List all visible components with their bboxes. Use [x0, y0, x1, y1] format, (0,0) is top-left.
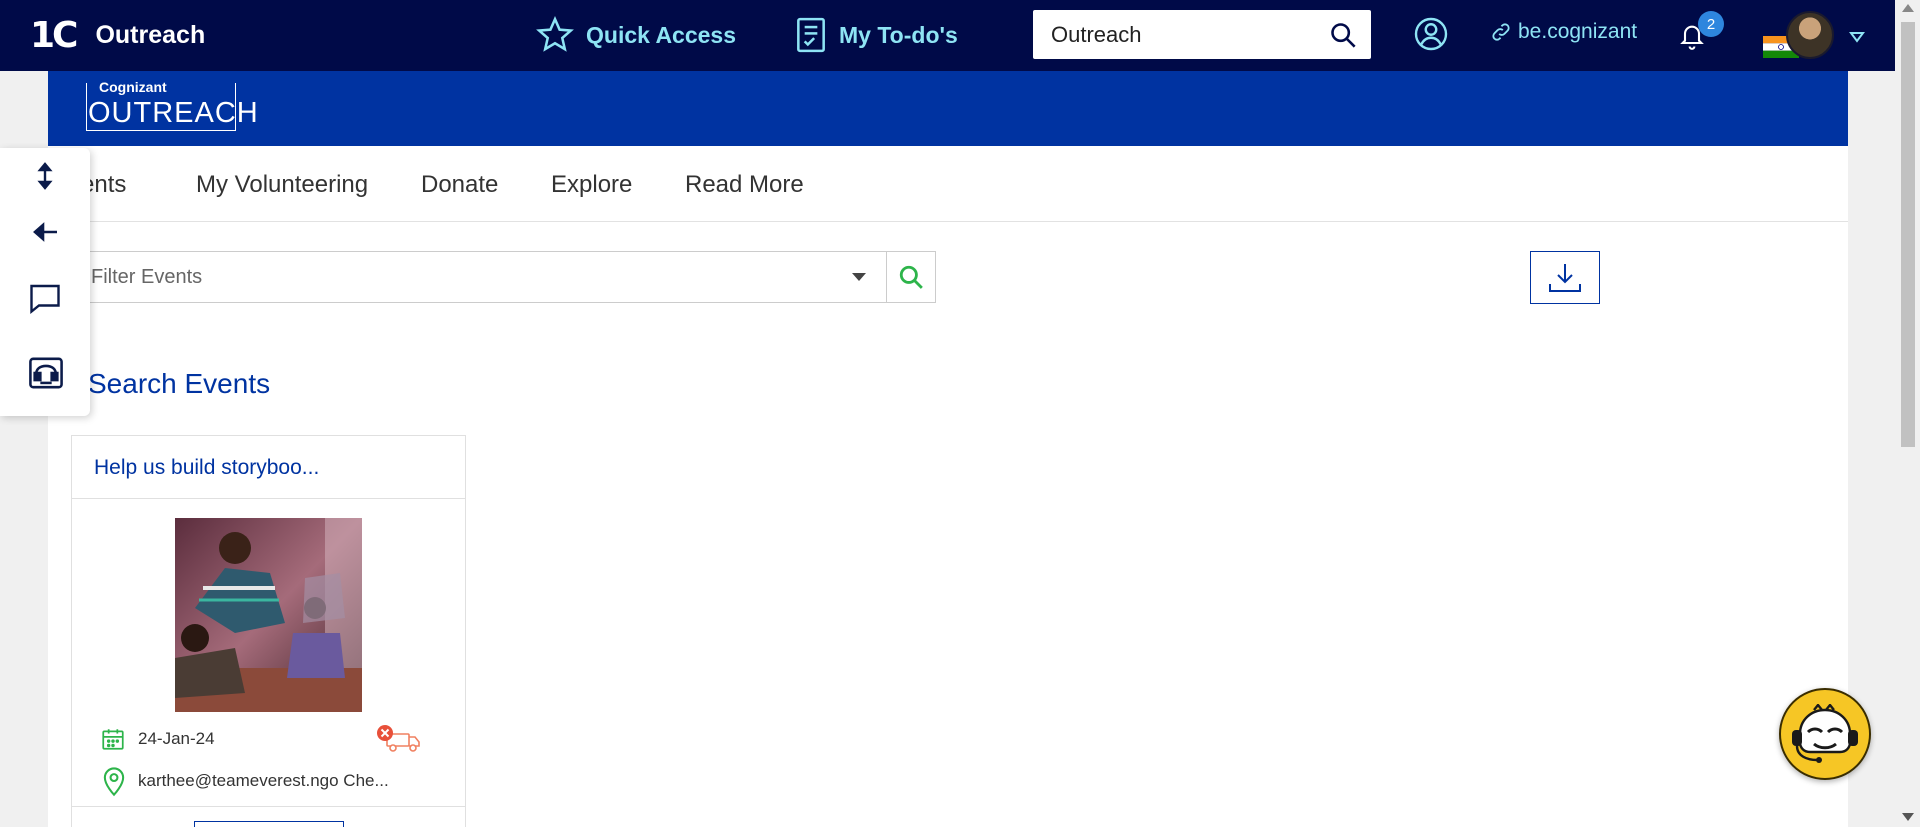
card-divider: [72, 806, 465, 807]
global-search: [1033, 10, 1371, 59]
chatbot-assistant-button[interactable]: [1779, 688, 1871, 780]
quick-access-link[interactable]: Quick Access: [536, 14, 736, 56]
my-todos-link[interactable]: My To-do's: [795, 14, 958, 56]
brand-name: Outreach: [95, 20, 206, 49]
section-title: Search Events: [88, 368, 271, 399]
filter-events-dropdown[interactable]: Filter Events: [83, 252, 887, 302]
brand[interactable]: 1C Outreach: [30, 14, 205, 56]
main-content: Cognizant OUTREACH Events My Volunteerin…: [48, 71, 1848, 827]
download-icon: [1549, 263, 1581, 292]
account-dropdown-icon[interactable]: [1849, 30, 1865, 48]
filter-events-placeholder: Filter Events: [91, 265, 203, 288]
scrollbar-thumb[interactable]: [1901, 22, 1915, 447]
event-date-text: 24-Jan-24: [138, 729, 215, 748]
no-transport-icon: [375, 724, 421, 759]
event-location-text: karthee@teameverest.ngo Che...: [138, 771, 389, 790]
my-todos-label: My To-do's: [839, 21, 958, 48]
support-phone-icon[interactable]: [27, 356, 65, 395]
bot-icon: [1792, 704, 1858, 763]
download-button[interactable]: [1530, 251, 1600, 304]
tab-donate[interactable]: Donate: [421, 171, 498, 199]
outreach-tabs: Events My Volunteering Donate Explore Re…: [48, 146, 1848, 222]
tab-read-more[interactable]: Read More: [685, 171, 804, 199]
location-pin-icon: [103, 767, 125, 797]
search-icon: [899, 265, 923, 289]
floating-toolbar: [0, 148, 90, 416]
search-icon[interactable]: [1329, 21, 1357, 54]
event-image[interactable]: [175, 518, 362, 712]
chat-icon[interactable]: [27, 280, 63, 321]
scroll-up-arrow-icon[interactable]: [1902, 4, 1914, 12]
tab-my-volunteering[interactable]: My Volunteering: [196, 171, 368, 199]
user-profile-icon[interactable]: [1413, 15, 1449, 58]
user-avatar[interactable]: [1786, 11, 1834, 59]
checklist-icon: [797, 17, 825, 53]
event-card-title[interactable]: Help us build storyboo...: [72, 436, 465, 499]
filter-search-button[interactable]: [887, 252, 935, 302]
quick-access-label: Quick Access: [586, 21, 737, 48]
link-icon: [1492, 23, 1510, 41]
chevron-down-icon: [852, 273, 866, 281]
outreach-logo-small-text: Cognizant: [95, 79, 171, 95]
event-card: Help us build storyboo... 24-Jan-24 kart…: [71, 435, 466, 827]
tab-explore[interactable]: Explore: [551, 171, 632, 199]
be-cognizant-link[interactable]: be.cognizant: [1490, 20, 1637, 44]
outreach-logo-text: OUTREACH: [88, 97, 259, 129]
brand-logo: 1C: [30, 14, 79, 56]
star-icon: [536, 16, 574, 52]
expand-vertical-icon[interactable]: [27, 160, 63, 197]
event-date: 24-Jan-24: [100, 726, 215, 752]
scroll-down-arrow-icon[interactable]: [1902, 813, 1914, 821]
back-arrow-icon[interactable]: [27, 220, 63, 249]
page-scrollbar[interactable]: [1895, 0, 1920, 827]
notification-count-badge: 2: [1698, 11, 1724, 37]
outreach-banner: Cognizant OUTREACH: [48, 71, 1848, 146]
be-cognizant-label: be.cognizant: [1518, 20, 1638, 43]
event-location: karthee@teameverest.ngo Che...: [100, 765, 389, 797]
global-search-input[interactable]: [1033, 10, 1313, 59]
calendar-icon: [102, 729, 124, 750]
top-navigation-bar: 1C Outreach Quick Access My To-do's be.c…: [0, 0, 1895, 71]
event-action-button[interactable]: [194, 821, 344, 827]
filter-events-bar: Filter Events: [82, 251, 936, 303]
